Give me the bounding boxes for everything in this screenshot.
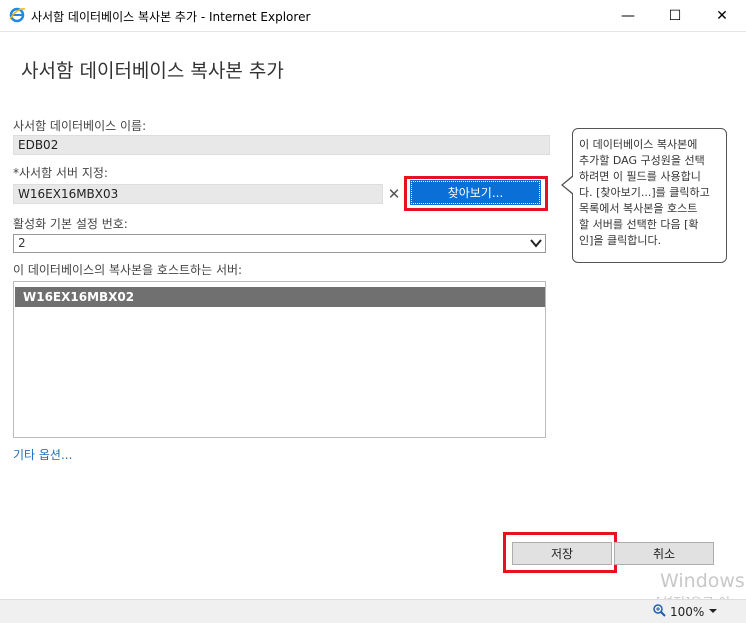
db-name-label: 사서함 데이터베이스 이름:	[13, 119, 147, 133]
browse-button[interactable]: 찾아보기...	[410, 180, 541, 205]
tooltip-line: 추가할 DAG 구성원을 선택	[579, 154, 705, 167]
hosts-listbox[interactable]: W16EX16MBX02	[13, 281, 546, 438]
db-name-field: EDB02	[13, 135, 550, 155]
maximize-button[interactable]: ☐	[652, 0, 698, 31]
chevron-down-icon	[530, 235, 542, 257]
server-field[interactable]: W16EX16MBX03	[13, 184, 383, 204]
tooltip-line: 하려면 이 필드를 사용합니	[579, 170, 701, 183]
hosts-label: 이 데이터베이스의 복사본을 호스트하는 서버:	[13, 263, 243, 277]
zoom-icon	[652, 603, 666, 620]
chevron-down-icon	[708, 605, 718, 619]
activation-select[interactable]: 2	[13, 234, 546, 253]
server-label: *사서함 서버 지정:	[13, 166, 108, 180]
close-button[interactable]: ✕	[699, 0, 745, 31]
page-title: 사서함 데이터베이스 복사본 추가	[21, 60, 284, 82]
help-tooltip: 이 데이터베이스 복사본에 추가할 DAG 구성원을 선택 하려면 이 필드를 …	[572, 128, 727, 263]
tooltip-line: 목록에서 복사본을 호스트	[579, 202, 698, 215]
title-bar: 사서함 데이터베이스 복사본 추가 - Internet Explorer — …	[0, 0, 746, 32]
save-button[interactable]: 저장	[512, 542, 612, 565]
activation-label: 활성화 기본 설정 번호:	[13, 217, 128, 231]
tooltip-line: 다. [찾아보기...]를 클릭하고	[579, 186, 710, 199]
minimize-button[interactable]: —	[605, 0, 651, 31]
close-icon: ✕	[716, 7, 728, 24]
activation-watermark: Windows	[660, 570, 745, 592]
tooltip-line: 이 데이터베이스 복사본에	[579, 138, 698, 151]
status-bar	[0, 599, 746, 623]
list-item[interactable]: W16EX16MBX02	[15, 287, 545, 307]
tooltip-arrow-fill	[563, 176, 574, 194]
more-options-link[interactable]: 기타 옵션...	[13, 446, 72, 463]
minimize-icon: —	[621, 7, 635, 24]
cancel-button[interactable]: 취소	[614, 542, 714, 565]
clear-icon[interactable]: ✕	[384, 183, 404, 205]
internet-explorer-icon	[8, 6, 26, 24]
activation-value: 2	[18, 236, 26, 250]
zoom-control[interactable]: 100%	[652, 603, 718, 620]
window-title: 사서함 데이터베이스 복사본 추가 - Internet Explorer	[31, 10, 311, 24]
zoom-level: 100%	[670, 604, 705, 619]
tooltip-line: 할 서버를 선택한 다음 [확	[579, 218, 699, 231]
tooltip-line: 인]을 클릭합니다.	[579, 234, 662, 247]
maximize-icon: ☐	[668, 7, 682, 24]
